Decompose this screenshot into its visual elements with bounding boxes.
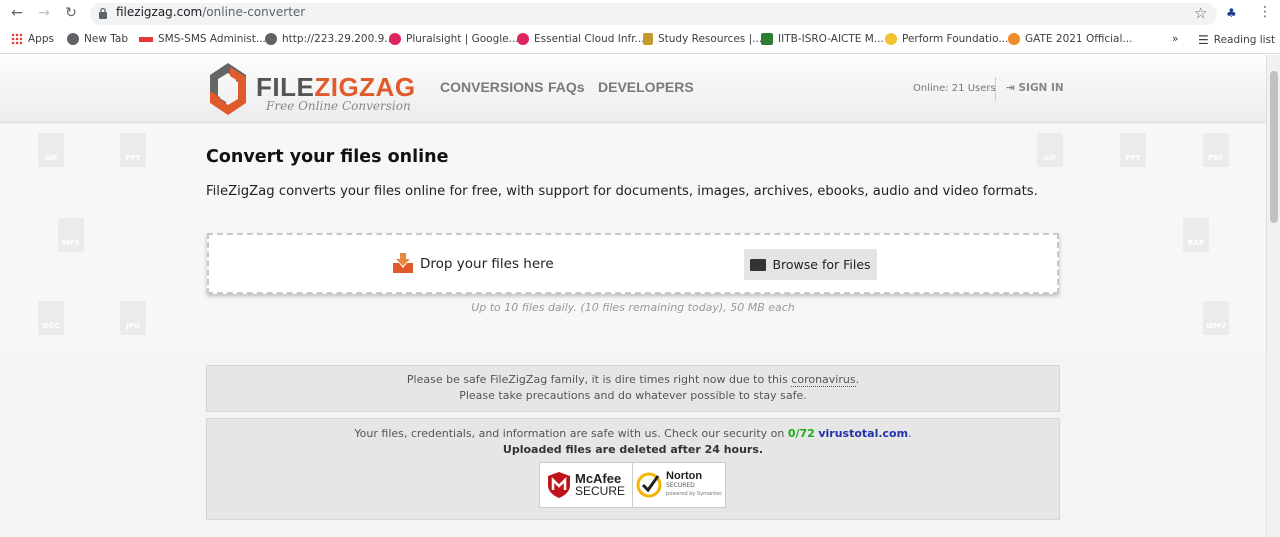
extension-icon[interactable]: ♣	[1226, 6, 1237, 20]
bookmark-sms[interactable]: SMS-SMS Administ...	[139, 33, 266, 45]
coronavirus-link[interactable]: coronavirus	[791, 373, 856, 387]
online-users: Online: 21 Users	[913, 83, 996, 94]
bookmark-apps[interactable]: Apps	[11, 33, 54, 45]
nav-conversions[interactable]: CONVERSIONS	[440, 79, 543, 95]
norton-secured-label: SECURED	[666, 481, 695, 489]
divider	[995, 77, 996, 101]
forward-icon[interactable]: →	[35, 5, 53, 21]
download-icon	[393, 253, 413, 273]
bookmark-perform[interactable]: Perform Foundatio...	[885, 33, 1008, 45]
security-badges: McAfee SECURE Norton SECURED powered by …	[539, 462, 726, 508]
bookmark-pluralsight[interactable]: Pluralsight | Google...	[389, 33, 519, 45]
bg-file-icon: PPT	[120, 133, 146, 167]
browse-files-button[interactable]: Browse for Files	[744, 249, 877, 280]
page: FILEZIGZAG Free Online Conversion CONVER…	[0, 55, 1266, 537]
bookmark-study[interactable]: Study Resources |...	[643, 33, 762, 45]
scrollbar-thumb[interactable]	[1270, 71, 1278, 223]
bookmarks-overflow[interactable]: »	[1172, 33, 1178, 45]
lock-icon[interactable]	[98, 7, 108, 19]
mcafee-badge[interactable]: McAfee SECURE	[539, 462, 633, 508]
drop-text: Drop your files here	[420, 256, 554, 272]
logo-icon[interactable]	[206, 61, 250, 117]
norton-sub-label: powered by Symantec	[666, 490, 722, 497]
map-pin-icon	[761, 33, 773, 45]
browse-files-label: Browse for Files	[772, 257, 871, 272]
bookmark-gate[interactable]: GATE 2021 Official...	[1008, 33, 1132, 45]
gate-icon	[1008, 33, 1020, 45]
corona-period: .	[855, 373, 860, 386]
mcafee-shield-icon	[547, 472, 570, 498]
upload-limit: Up to 10 files daily. (10 files remainin…	[471, 301, 795, 314]
pluralsight-icon	[389, 33, 401, 45]
folder-icon	[750, 258, 767, 271]
page-title: Convert your files online	[206, 147, 449, 167]
security-notice: Your files, credentials, and information…	[206, 418, 1060, 520]
bookmark-cloud[interactable]: Essential Cloud Infr...	[517, 33, 645, 45]
site-header: FILEZIGZAG Free Online Conversion CONVER…	[0, 55, 1266, 123]
nav-faqs[interactable]: FAQs	[548, 79, 585, 95]
bookmark-star-icon[interactable]: ☆	[1194, 4, 1207, 22]
browser-menu-icon[interactable]: ⋮	[1258, 4, 1272, 20]
reload-icon[interactable]: ↻	[62, 5, 80, 21]
study-icon	[643, 33, 653, 45]
reading-list-icon: ☰	[1198, 33, 1209, 47]
corona-notice: Please be safe FileZigZag family, it is …	[206, 365, 1060, 412]
drop-zone[interactable]: Drop your files here Browse for Files	[207, 233, 1059, 294]
pluralsight-icon	[517, 33, 529, 45]
norton-check-icon	[636, 472, 662, 498]
bookmark-iitb[interactable]: IITB-ISRO-AICTE M...	[761, 33, 884, 45]
browser-toolbar: ← → ↻ filezigzag.com/online-converter ☆ …	[0, 0, 1280, 28]
bg-file-icon: GIF	[38, 133, 64, 167]
bookmark-ip[interactable]: http://223.29.200.9...	[265, 33, 394, 45]
sms-icon	[139, 36, 153, 42]
back-icon[interactable]: ←	[8, 5, 26, 21]
norton-badge[interactable]: Norton SECURED powered by Symantec	[632, 462, 726, 508]
bg-file-icon: PPT	[1120, 133, 1146, 167]
scrollbar[interactable]	[1266, 55, 1280, 537]
sign-in-link[interactable]: ⇥ SIGN IN	[1006, 82, 1064, 94]
virustotal-link[interactable]: virustotal.com	[818, 427, 908, 440]
corona-line-2: Please take precautions and do whatever …	[459, 389, 807, 402]
bookmarks-bar: Apps New Tab SMS-SMS Administ... http://…	[0, 28, 1280, 54]
nav-developers[interactable]: DEVELOPERS	[598, 79, 694, 95]
sign-in-icon: ⇥	[1006, 82, 1015, 94]
globe-icon	[265, 33, 277, 45]
bg-file-icon: RAR	[1183, 218, 1209, 252]
tagline: Free Online Conversion	[266, 99, 411, 113]
reading-list[interactable]: ☰ Reading list	[1198, 33, 1275, 47]
globe-icon	[67, 33, 79, 45]
bookmark-new-tab[interactable]: New Tab	[67, 33, 128, 45]
perform-icon	[885, 33, 897, 45]
mcafee-secure-label: SECURE	[574, 484, 625, 498]
norton-label: Norton	[666, 469, 703, 482]
intro-text: FileZigZag converts your files online fo…	[206, 184, 1038, 199]
bg-file-icon: MP3	[58, 218, 84, 252]
corona-text: Please be safe FileZigZag family, it is …	[406, 373, 792, 386]
apps-grid-icon	[11, 33, 23, 45]
url-text[interactable]: filezigzag.com/online-converter	[116, 5, 305, 19]
security-text: Your files, credentials, and information…	[354, 427, 788, 440]
deletion-notice: Uploaded files are deleted after 24 hour…	[502, 443, 764, 456]
bg-file-icon: GIF	[1037, 133, 1063, 167]
security-period: .	[908, 427, 912, 440]
virustotal-score: 0/72	[787, 427, 815, 440]
bg-file-icon: PDF	[1203, 133, 1229, 167]
